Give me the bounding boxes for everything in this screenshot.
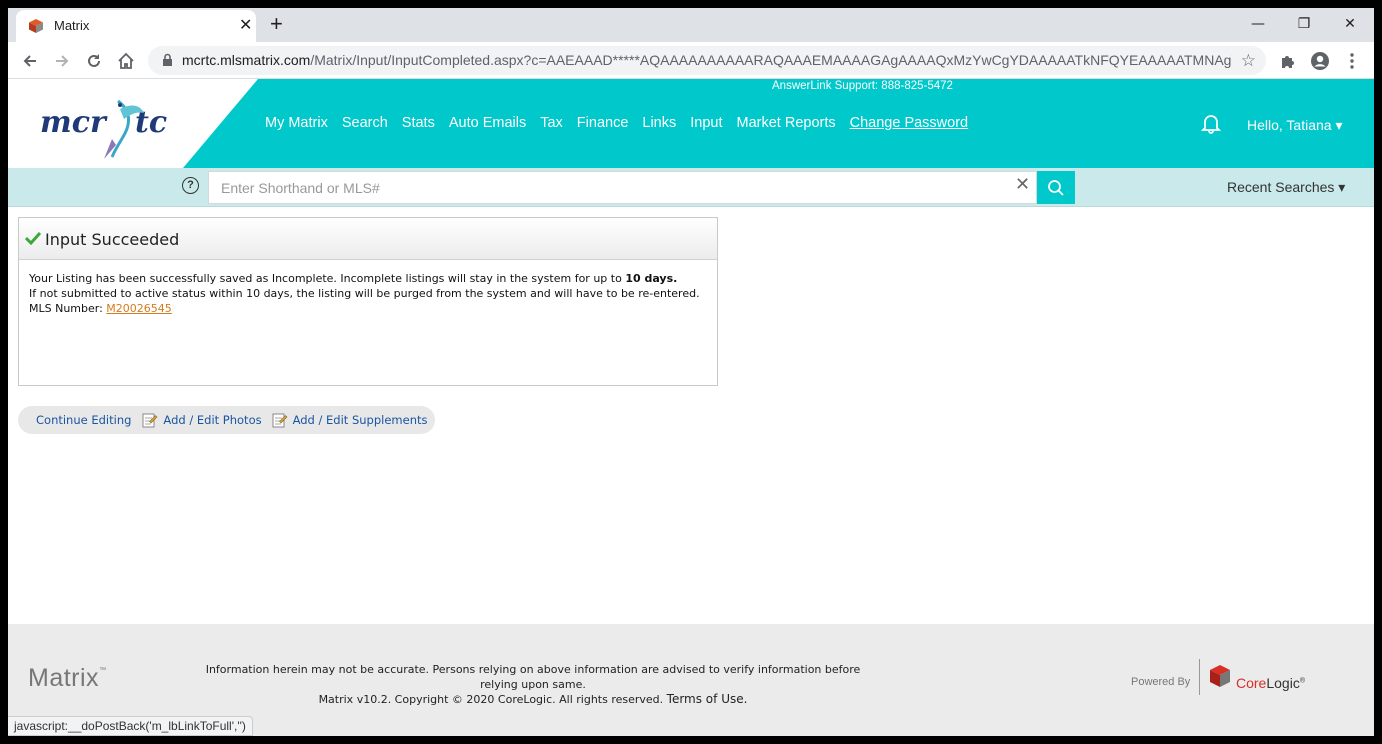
search-button[interactable] [1037, 171, 1075, 204]
message-emphasis: 10 days. [625, 272, 678, 285]
checkmark-icon [25, 231, 41, 245]
edit-document-icon [142, 413, 158, 428]
tab-strip: Matrix ✕ + — ❐ ✕ [8, 8, 1374, 42]
nav-links[interactable]: Links [642, 115, 676, 131]
panel-header: Input Succeeded [19, 218, 717, 260]
nav-auto-emails[interactable]: Auto Emails [449, 115, 526, 131]
add-edit-photos-label: Add / Edit Photos [163, 413, 262, 427]
input-succeeded-panel: Input Succeeded Your Listing has been su… [18, 217, 718, 386]
terms-of-use-link[interactable]: Terms of Use. [667, 692, 748, 706]
tab-title: Matrix [54, 18, 90, 33]
add-edit-supplements-link[interactable]: Add / Edit Supplements [272, 412, 428, 428]
nav-input[interactable]: Input [690, 115, 722, 131]
nav-search[interactable]: Search [342, 115, 388, 131]
listing-actions-bar: Continue Editing Add / Edit Photos Add /… [18, 406, 435, 434]
browser-window: Matrix ✕ + — ❐ ✕ mcrtc.mlsmatrix.com/Mat… [8, 8, 1374, 736]
url-text: mcrtc.mlsmatrix.com/Matrix/Input/InputCo… [182, 52, 1232, 68]
matrix-brand-text: Matrix [28, 664, 100, 692]
bookmark-star-icon[interactable]: ☆ [1241, 51, 1256, 71]
matrix-brand-logo: Matrix™ [28, 664, 107, 693]
nav-change-password[interactable]: Change Password [850, 115, 969, 131]
extensions-button[interactable] [1276, 49, 1300, 73]
disclaimer-line-2: Matrix v10.2. Copyright © 2020 CoreLogic… [188, 692, 878, 707]
close-window-button[interactable]: ✕ [1327, 12, 1373, 40]
browser-status-bar: javascript:__doPostBack('m_lbLinkToFull'… [8, 716, 253, 736]
restore-button[interactable]: ❐ [1281, 12, 1327, 40]
search-icon [1048, 179, 1064, 196]
kebab-menu-icon [1350, 53, 1354, 69]
user-greeting: Hello, Tatiana [1247, 117, 1332, 133]
footer-disclaimer: Information herein may not be accurate. … [188, 662, 878, 707]
tab-close-icon[interactable]: ✕ [239, 16, 252, 34]
nav-market-reports[interactable]: Market Reports [737, 115, 836, 131]
mls-number-label: MLS Number: [29, 302, 107, 315]
address-bar[interactable]: mcrtc.mlsmatrix.com/Matrix/Input/InputCo… [148, 46, 1266, 75]
search-band: ? ✕ Recent Searches ▾ [8, 168, 1374, 207]
message-line-2: If not submitted to active status within… [29, 287, 700, 300]
new-tab-button[interactable]: + [270, 13, 283, 35]
mcrtc-logo[interactable]: mcr tc [8, 79, 258, 168]
panel-body: Your Listing has been successfully saved… [19, 260, 717, 327]
forward-arrow-icon [56, 55, 69, 67]
puzzle-icon [1282, 56, 1294, 68]
message-line-1: Your Listing has been successfully saved… [29, 271, 707, 286]
reload-button[interactable] [82, 49, 106, 73]
browser-toolbar: mcrtc.mlsmatrix.com/Matrix/Input/InputCo… [8, 42, 1374, 79]
recent-searches-dropdown[interactable]: Recent Searches ▾ [1227, 179, 1345, 196]
add-edit-photos-link[interactable]: Add / Edit Photos [142, 412, 262, 428]
footer-divider [1199, 659, 1200, 695]
url-path: /Matrix/Input/InputCompleted.aspx?c=AAEA… [310, 52, 1232, 68]
nav-my-matrix[interactable]: My Matrix [265, 115, 328, 131]
recent-searches-label: Recent Searches [1227, 179, 1335, 195]
reload-icon [88, 54, 100, 67]
home-button[interactable] [114, 49, 138, 73]
back-arrow-icon [23, 55, 36, 67]
user-menu[interactable]: Hello, Tatiana ▾ [1247, 117, 1343, 134]
nav-stats[interactable]: Stats [402, 115, 435, 131]
chevron-down-icon: ▾ [1335, 117, 1343, 133]
mls-number-row: MLS Number: M20026545 [29, 301, 707, 316]
forward-button[interactable] [50, 49, 74, 73]
registered-mark: ® [1299, 677, 1305, 685]
browser-tab-matrix[interactable]: Matrix ✕ [16, 10, 256, 42]
home-icon [118, 52, 134, 69]
lock-icon [163, 53, 172, 66]
trademark-mark: ™ [99, 667, 107, 674]
url-host: mcrtc.mlsmatrix.com [182, 52, 311, 68]
nav-tax[interactable]: Tax [540, 115, 563, 131]
support-phone: AnswerLink Support: 888-825-5472 [772, 80, 953, 92]
message-text: Your Listing has been successfully saved… [29, 272, 626, 285]
powered-by-label: Powered By [1131, 676, 1191, 688]
corelogic-logo-icon [1210, 665, 1230, 687]
help-icon[interactable]: ? [182, 177, 199, 194]
corelogic-logic: Logic [1266, 675, 1300, 691]
notifications-bell-icon[interactable] [1200, 112, 1222, 134]
browser-menu-button[interactable] [1340, 49, 1364, 73]
main-nav: My Matrix Search Stats Auto Emails Tax F… [265, 115, 968, 131]
panel-title: Input Succeeded [45, 230, 180, 249]
chevron-down-icon: ▾ [1338, 179, 1346, 195]
matrix-header: mcr tc AnswerLink Support: 888-825-5472 … [8, 79, 1374, 168]
continue-editing-link[interactable]: Continue Editing [36, 413, 131, 427]
logo-text-left: mcr [40, 105, 108, 140]
add-edit-supplements-label: Add / Edit Supplements [292, 413, 428, 427]
profile-avatar-icon [1311, 52, 1329, 70]
mls-number-link[interactable]: M20026545 [106, 302, 171, 315]
corelogic-core: Core [1236, 675, 1267, 691]
edit-document-icon [272, 413, 288, 428]
profile-button[interactable] [1308, 49, 1332, 73]
nav-finance[interactable]: Finance [577, 115, 629, 131]
minimize-button[interactable]: — [1235, 12, 1281, 40]
disclaimer-line-1: Information herein may not be accurate. … [205, 663, 861, 691]
search-input[interactable] [208, 171, 1037, 204]
back-button[interactable] [18, 49, 42, 73]
corelogic-wordmark: CoreLogic® [1236, 675, 1305, 691]
copyright-text: Matrix v10.2. Copyright © 2020 CoreLogic… [318, 693, 664, 706]
clear-search-icon[interactable]: ✕ [1015, 176, 1030, 194]
matrix-favicon-icon [29, 19, 43, 33]
